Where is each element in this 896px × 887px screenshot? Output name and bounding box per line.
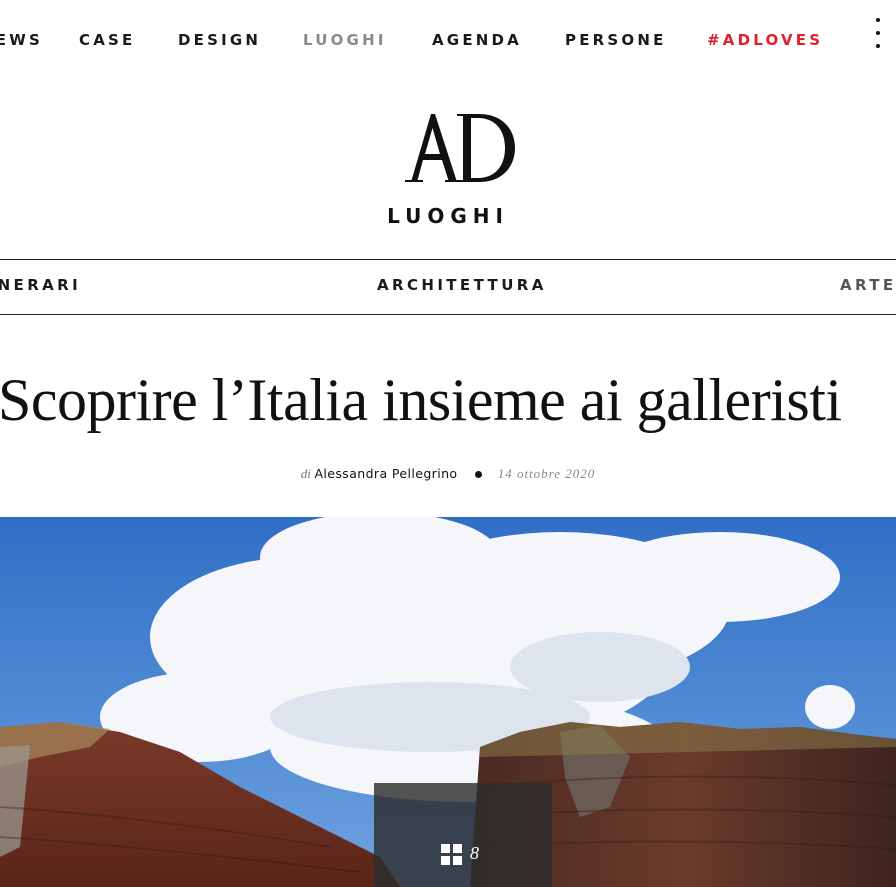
- gallery-grid-icon: [441, 844, 463, 866]
- subnav-item-itinerari[interactable]: ITINERARI: [0, 276, 81, 294]
- gallery-button[interactable]: 8: [374, 783, 552, 887]
- nav-item-news[interactable]: NEWS: [0, 31, 43, 49]
- article-byline: di Alessandra Pellegrino 14 ottobre 2020: [0, 466, 896, 482]
- nav-item-luoghi[interactable]: LUOGHI: [303, 31, 387, 49]
- nav-item-persone[interactable]: PERSONE: [565, 31, 667, 49]
- sub-navigation: ITINERARI ARCHITETTURA ARTE: [0, 259, 896, 315]
- subnav-item-architettura[interactable]: ARCHITETTURA: [377, 276, 547, 294]
- nav-item-agenda[interactable]: AGENDA: [432, 31, 522, 49]
- author-link[interactable]: Alessandra Pellegrino: [314, 466, 457, 481]
- nav-item-design[interactable]: DESIGN: [178, 31, 261, 49]
- separator-dot: [475, 470, 483, 478]
- top-navigation: NEWS CASE DESIGN LUOGHI AGENDA PERSONE #…: [0, 0, 896, 80]
- section-title: LUOGHI: [387, 204, 509, 228]
- gallery-count: 8: [470, 843, 479, 863]
- kebab-menu-icon[interactable]: [868, 16, 888, 50]
- article-title: Scoprire l’Italia insieme ai galleristi: [0, 367, 842, 433]
- subnav-item-arte[interactable]: ARTE: [840, 276, 896, 294]
- ad-logo[interactable]: [395, 108, 525, 188]
- nav-item-case[interactable]: CASE: [79, 31, 135, 49]
- nav-item-adloves[interactable]: #ADLOVES: [707, 31, 823, 49]
- byline-prefix: di: [300, 466, 311, 481]
- publish-date: 14 ottobre 2020: [497, 466, 596, 481]
